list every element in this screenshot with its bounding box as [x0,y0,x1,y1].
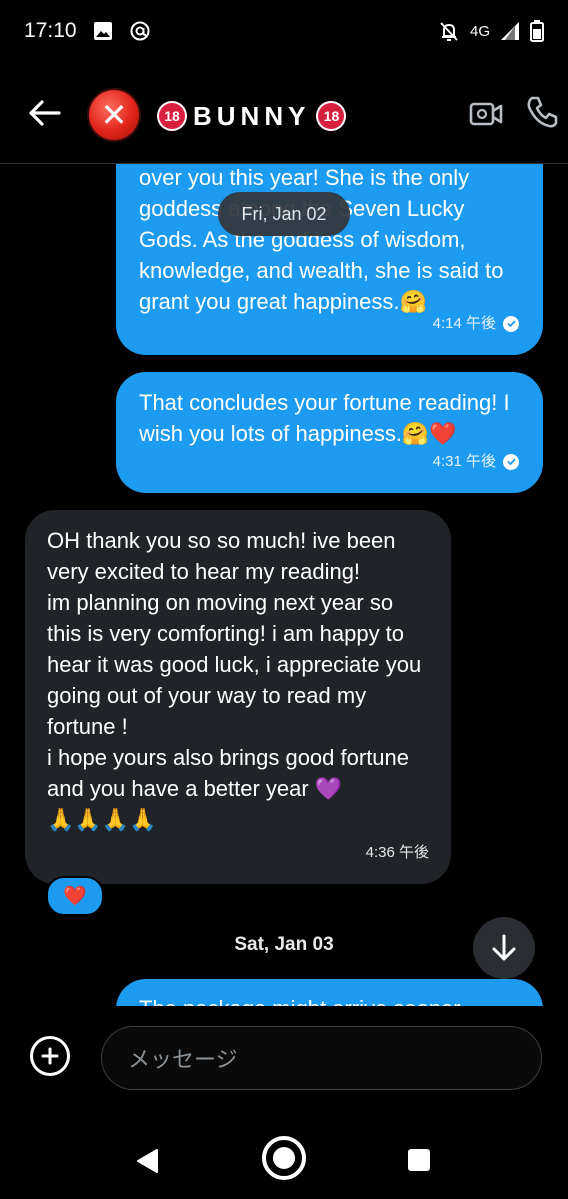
conversation-header: ✕ 18 BUNNY 18 [0,62,568,164]
message-bubble[interactable]: That concludes your fortune reading! I w… [116,372,543,493]
image-icon [93,22,112,40]
message-text: That concludes your fortune reading! I w… [139,390,510,446]
video-camera-icon[interactable] [468,96,504,132]
message-time: 4:14 午後 [432,315,496,332]
network-type: 4G [469,22,490,40]
notifications-off-icon [440,22,458,41]
message-text: The package might arrive sooner [139,993,521,1006]
plus-circle-icon [41,1047,59,1065]
scroll-to-bottom-button[interactable] [473,917,535,979]
contact-name[interactable]: 18 BUNNY 18 [157,96,347,136]
message-meta: 4:31 午後 [433,446,519,477]
message-bubble[interactable]: OH thank you so so much! ive been very e… [25,510,451,884]
message-time: 4:31 午後 [432,453,496,470]
message-composer: メッセージ [0,1006,568,1118]
cross-mark-icon: ✕ [100,97,128,133]
heart-icon: ❤️ [63,886,87,907]
message-time: 4:36 午後 [365,844,429,861]
message-meta: 4:36 午後 [366,837,429,868]
signal-icon [501,22,519,40]
avatar[interactable]: ✕ [89,90,139,140]
battery-icon [530,20,544,42]
message-bubble[interactable]: The package might arrive sooner [116,979,543,1006]
message-text: over you this year! She is the only godd… [139,165,504,314]
read-check-icon [503,453,519,470]
status-bar: 17:10 4G [0,0,568,62]
read-check-icon [503,315,519,332]
recents-square-icon[interactable] [408,1149,430,1171]
message-text: OH thank you so so much! ive been very e… [47,528,422,832]
message-input[interactable]: メッセージ [101,1026,542,1090]
arrow-down-icon [492,934,516,961]
arrow-left-icon[interactable] [28,98,62,128]
adult-badge-icon: 18 [157,101,187,131]
back-triangle-icon[interactable] [135,1148,159,1174]
status-time: 17:10 [24,19,77,42]
floating-date-pill: Fri, Jan 02 [218,192,350,236]
adult-badge-icon: 18 [316,101,347,131]
contact-name-text: BUNNY [193,100,311,131]
message-meta: 4:14 午後 [433,308,519,339]
phone-icon[interactable] [524,94,560,130]
home-circle-icon[interactable] [262,1136,306,1180]
at-icon [130,21,150,41]
message-list[interactable]: over you this year! She is the only godd… [0,164,568,1006]
add-attachment-button[interactable] [30,1036,70,1076]
system-nav-bar [0,1118,568,1199]
heart-reaction[interactable]: ❤️ [46,876,104,916]
